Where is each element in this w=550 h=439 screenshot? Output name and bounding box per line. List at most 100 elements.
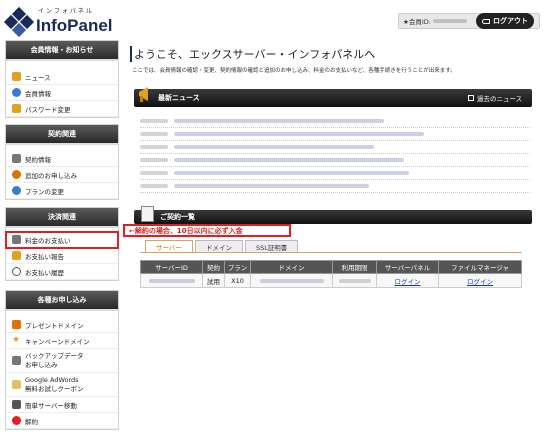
report-icon xyxy=(12,251,21,260)
sidebar-item-payment[interactable]: 料金のお支払い xyxy=(5,231,119,249)
backup-icon xyxy=(12,356,21,365)
logout-label: ログアウト xyxy=(493,17,528,25)
sidebar-item-contract-info[interactable]: 契約情報 xyxy=(6,151,118,167)
col-plan: プラン xyxy=(224,260,251,274)
sidebar-item-cancel[interactable]: 解約 xyxy=(6,413,118,429)
member-id-value xyxy=(432,19,467,23)
col-file-manager: ファイルマネージャ xyxy=(438,260,522,274)
sidebar-item-member-info[interactable]: 会員情報 xyxy=(6,85,118,101)
sidebar-item-label: キャンペーンドメイン xyxy=(25,337,90,346)
sidebar-section-title: 各種お申し込み xyxy=(6,291,118,311)
past-news-link[interactable]: 過去のニュース xyxy=(468,93,522,103)
server-id-cell xyxy=(140,273,203,288)
news-item[interactable] xyxy=(140,141,530,154)
sidebar-item-add-order[interactable]: 追加のお申し込み xyxy=(6,167,118,183)
coupon-icon xyxy=(12,380,21,389)
contract-tabs: サーバー ドメイン SSL証明書 xyxy=(145,240,299,252)
gift-icon xyxy=(12,320,21,329)
news-icon xyxy=(12,72,21,81)
sidebar-item-label: ニュース xyxy=(25,73,51,82)
contract-header: ご契約一覧 xyxy=(134,210,532,224)
contract-title: ご契約一覧 xyxy=(160,213,195,221)
lock-icon xyxy=(12,104,21,113)
sidebar-item-payment-history[interactable]: お支払い履歴 xyxy=(6,264,118,280)
sidebar-item-label: 料金のお支払い xyxy=(25,236,71,245)
logo-title: InfoPanel xyxy=(36,16,113,35)
payment-icon xyxy=(12,235,21,244)
tab-ssl[interactable]: SSL証明書 xyxy=(244,240,299,252)
col-server-id: サーバーID xyxy=(140,260,203,274)
news-item[interactable] xyxy=(140,128,530,141)
news-item[interactable] xyxy=(140,115,530,128)
page-title: ようこそ、エックスサーバー・インフォパネルへ xyxy=(130,46,538,62)
expiry-cell xyxy=(332,273,377,288)
refresh-icon xyxy=(12,186,21,195)
logo-diamond-icon xyxy=(3,6,35,38)
logout-button[interactable]: ログアウト xyxy=(476,13,534,29)
cancel-icon xyxy=(12,416,21,425)
server-panel-login-link[interactable]: ログイン xyxy=(395,278,421,286)
sidebar-section-title: 会員情報・お知らせ xyxy=(6,41,118,61)
table-header-row: サーバーID 契約 プラン ドメイン 利用期限 サーバーパネル ファイルマネージ… xyxy=(140,260,522,274)
sidebar-item-label: お支払い報告 xyxy=(25,252,64,261)
col-contract: 契約 xyxy=(202,260,225,274)
plus-icon xyxy=(12,170,21,179)
document-icon xyxy=(141,206,154,222)
key-icon xyxy=(482,18,490,24)
tab-domain[interactable]: ドメイン xyxy=(194,240,243,252)
col-expiry: 利用期限 xyxy=(332,260,377,274)
sidebar-item-label: 契約情報 xyxy=(25,155,51,164)
clock-icon xyxy=(12,267,21,276)
sidebar-item-news[interactable]: ニュース xyxy=(6,69,118,85)
sidebar-item-label: お支払い履歴 xyxy=(25,268,64,277)
past-news-label: 過去のニュース xyxy=(477,95,523,103)
plan-cell: X10 xyxy=(224,273,251,288)
star-icon: ★ xyxy=(12,335,21,345)
tab-server[interactable]: サーバー xyxy=(145,240,193,252)
file-manager-login-link[interactable]: ログイン xyxy=(467,278,493,286)
news-item[interactable] xyxy=(140,167,530,180)
server-panel-cell: ログイン xyxy=(376,273,439,288)
sidebar-item-label: プランの変更 xyxy=(25,187,64,196)
sidebar-section-applications: 各種お申し込み プレゼントドメイン ★ キャンペーンドメイン バックアップデータ … xyxy=(5,290,119,430)
sidebar-item-password[interactable]: パスワード変更 xyxy=(6,101,118,117)
sidebar-item-adwords[interactable]: Google AdWords 無料お試しクーポン xyxy=(6,373,118,397)
arrow-box-icon xyxy=(468,95,474,101)
sidebar-item-backup[interactable]: バックアップデータ お申し込み xyxy=(6,349,118,373)
contract-icon xyxy=(12,154,21,163)
sidebar-section-payment: 決済関連 料金のお支払い お支払い報告 お支払い履歴 xyxy=(5,207,119,281)
megaphone-icon xyxy=(139,87,148,102)
col-domain: ドメイン xyxy=(250,260,333,274)
table-row: 試用 X10 ログイン ログイン xyxy=(140,273,522,288)
news-list xyxy=(140,115,530,193)
logo-subtitle: インフォパネル xyxy=(38,8,94,15)
infopanel-page: インフォパネル InfoPanel ★会員ID: ログアウト 会員情報・お知らせ… xyxy=(0,0,550,439)
infopanel-logo[interactable]: インフォパネル InfoPanel xyxy=(3,6,113,38)
sidebar-item-present-domain[interactable]: プレゼントドメイン xyxy=(6,317,118,333)
contract-cell: 試用 xyxy=(202,273,225,288)
sidebar-item-plan-change[interactable]: プランの変更 xyxy=(6,183,118,199)
news-item[interactable] xyxy=(140,180,530,193)
sidebar-item-campaign-domain[interactable]: ★ キャンペーンドメイン xyxy=(6,333,118,349)
sidebar-item-label: Google AdWords 無料お試しクーポン xyxy=(25,375,84,393)
col-server-panel: サーバーパネル xyxy=(376,260,439,274)
domain-cell xyxy=(250,273,333,288)
member-icon xyxy=(12,88,21,97)
file-manager-cell: ログイン xyxy=(438,273,522,288)
sidebar-item-label: 簡単サーバー移動 xyxy=(25,401,77,410)
sidebar-item-server-move[interactable]: 簡単サーバー移動 xyxy=(6,397,118,413)
sidebar-section-title: 決済関連 xyxy=(6,208,118,228)
news-item[interactable] xyxy=(140,154,530,167)
sidebar-item-label: バックアップデータ お申し込み xyxy=(25,351,84,369)
sidebar-item-label: プレゼントドメイン xyxy=(25,321,84,330)
server-icon xyxy=(12,400,21,409)
page-description: ここでは、会員情報の確認・変更、契約情報の確認と追加のお申し込み、料金のお支払い… xyxy=(132,68,456,74)
news-title: 最新ニュース xyxy=(158,94,200,102)
sidebar-item-label: 解約 xyxy=(25,417,38,426)
sidebar-item-payment-report[interactable]: お支払い報告 xyxy=(6,248,118,264)
member-id-label: ★会員ID: xyxy=(403,18,431,26)
sidebar-section-member: 会員情報・お知らせ ニュース 会員情報 パスワード変更 xyxy=(5,40,119,118)
tab-divider xyxy=(140,252,522,253)
sidebar-section-title: 契約関連 xyxy=(6,125,118,145)
contract-table: サーバーID 契約 プラン ドメイン 利用期限 サーバーパネル ファイルマネージ… xyxy=(140,260,522,288)
